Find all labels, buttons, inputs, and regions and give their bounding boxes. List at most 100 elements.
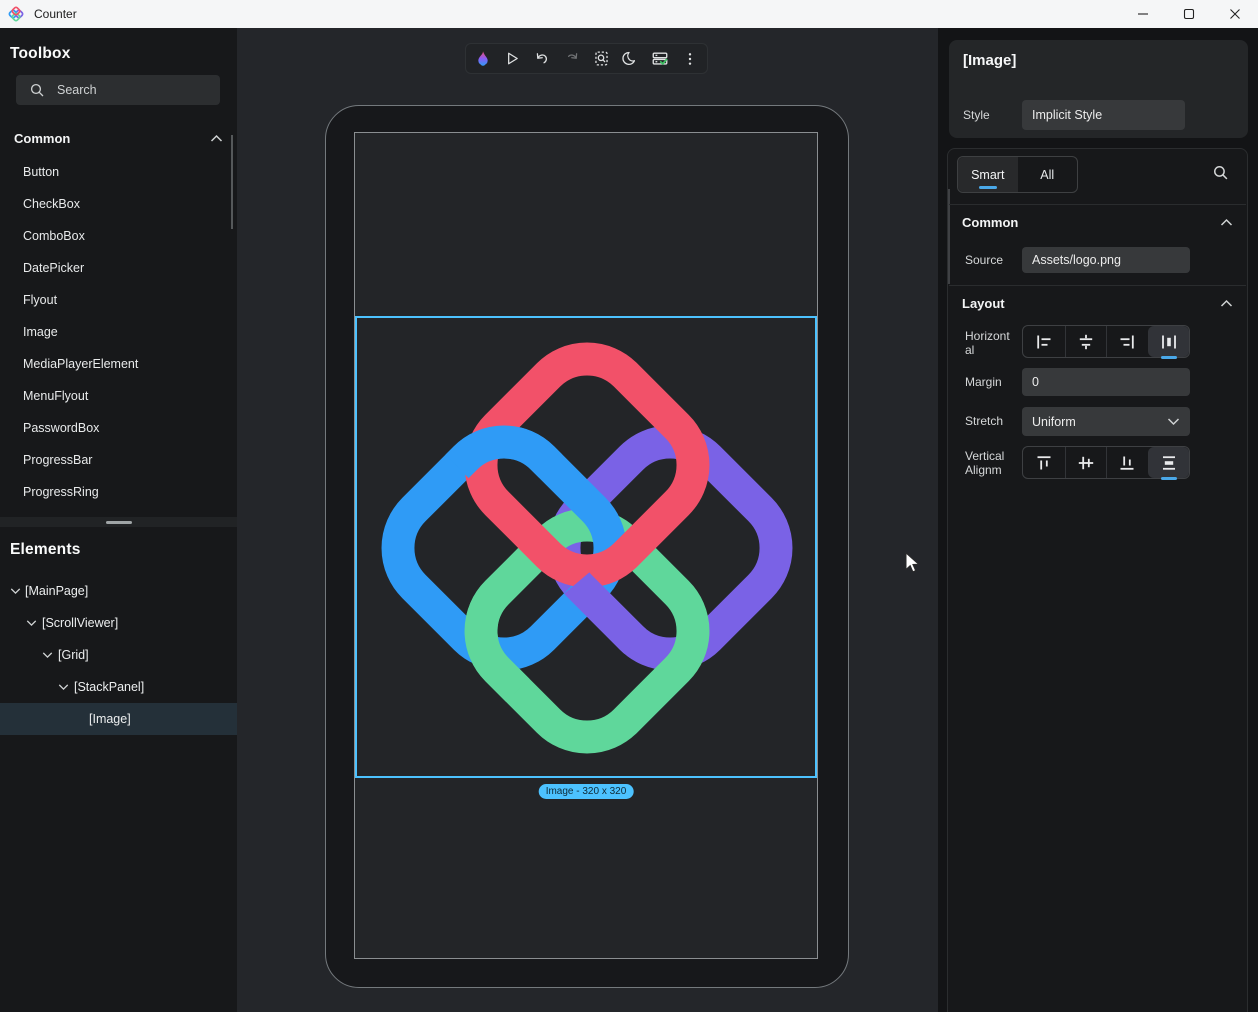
- toolbox-item-passwordbox[interactable]: PasswordBox: [0, 412, 232, 444]
- tree-item-stackpanel[interactable]: [StackPanel]: [0, 671, 237, 703]
- design-canvas[interactable]: Image - 320 x 320: [237, 28, 938, 1012]
- toolbox-item-checkbox[interactable]: CheckBox: [0, 188, 232, 220]
- valign-bottom-button[interactable]: [1106, 447, 1148, 478]
- play-button[interactable]: [501, 47, 525, 71]
- form-validation-icon: [651, 50, 669, 68]
- halign-stretch-icon: [1159, 332, 1179, 352]
- horizontal-alignment-label: Horizontal: [965, 329, 1013, 357]
- element-picker-icon: [593, 50, 610, 67]
- toolbox-title: Toolbox: [10, 45, 71, 63]
- toolbox-search-input[interactable]: Search: [16, 75, 220, 105]
- redo-button[interactable]: [560, 47, 584, 71]
- chevron-up-icon: [210, 134, 223, 143]
- chevron-down-icon: [42, 651, 53, 659]
- selected-option-underline: [1161, 477, 1177, 481]
- search-icon: [1212, 164, 1229, 181]
- section-label: Common: [14, 131, 70, 146]
- toolbox-item-image[interactable]: Image: [0, 316, 232, 348]
- more-options-button[interactable]: [678, 47, 702, 71]
- chevron-up-icon: [1220, 299, 1233, 308]
- halign-stretch-button[interactable]: [1148, 326, 1190, 357]
- active-tab-underline: [979, 186, 997, 190]
- undo-button[interactable]: [530, 47, 554, 71]
- close-button[interactable]: [1212, 0, 1258, 28]
- halign-left-icon: [1034, 332, 1054, 352]
- elements-tree: [MainPage] [ScrollViewer] [Grid] [StackP…: [0, 575, 237, 735]
- element-picker-button[interactable]: [589, 47, 613, 71]
- source-label: Source: [965, 253, 1003, 267]
- selected-element-title: [Image]: [963, 52, 1016, 69]
- app-logo-icon: [8, 6, 24, 22]
- tree-item-image-selected[interactable]: [Image]: [0, 703, 237, 735]
- theme-toggle-button[interactable]: [619, 47, 643, 71]
- search-icon: [29, 82, 45, 98]
- halign-right-button[interactable]: [1106, 326, 1148, 357]
- theme-moon-icon: [622, 50, 639, 67]
- selected-option-underline: [1161, 356, 1177, 360]
- valign-center-icon: [1076, 453, 1096, 473]
- splitter-handle: [106, 521, 132, 524]
- toolbox-item-mediaplayerelement[interactable]: MediaPlayerElement: [0, 348, 232, 380]
- page-surface[interactable]: Image - 320 x 320: [354, 132, 818, 959]
- tab-smart[interactable]: Smart: [958, 157, 1018, 192]
- layout-section-header[interactable]: Layout: [962, 294, 1233, 312]
- style-label: Style: [963, 108, 990, 122]
- maximize-icon: [1183, 8, 1195, 20]
- toolbox-item-combobox[interactable]: ComboBox: [0, 220, 232, 252]
- style-input[interactable]: Implicit Style: [1022, 100, 1185, 130]
- properties-search-button[interactable]: [1212, 164, 1229, 186]
- tree-item-mainpage[interactable]: [MainPage]: [0, 575, 237, 607]
- properties-card: Smart All Common Source Assets/logo.png: [947, 148, 1248, 1012]
- toolbox-item-menuflyout[interactable]: MenuFlyout: [0, 380, 232, 412]
- toolbox-item-flyout[interactable]: Flyout: [0, 284, 232, 316]
- halign-center-icon: [1076, 332, 1096, 352]
- minimize-button[interactable]: [1120, 0, 1166, 28]
- toolbox-item-progressring[interactable]: ProgressRing: [0, 476, 232, 508]
- toolbox-item-datepicker[interactable]: DatePicker: [0, 252, 232, 284]
- tab-all[interactable]: All: [1018, 157, 1078, 192]
- margin-input[interactable]: 0: [1022, 368, 1190, 396]
- app-window: Counter Toolbox Search Common Button: [0, 0, 1258, 1012]
- toolbox-list: Button CheckBox ComboBox DatePicker Flyo…: [0, 156, 232, 508]
- panel-splitter[interactable]: [0, 517, 237, 527]
- vertical-alignment-group: [1022, 446, 1190, 479]
- divider: [949, 285, 1246, 286]
- valign-stretch-icon: [1159, 453, 1179, 473]
- form-validation-button[interactable]: [648, 47, 672, 71]
- elements-panel: Elements [MainPage] [ScrollViewer] [Grid…: [0, 527, 237, 1012]
- valign-bottom-icon: [1117, 453, 1137, 473]
- vertical-alignment-label: Vertical Alignm: [965, 449, 1013, 477]
- hot-reload-flame-icon: [474, 50, 492, 68]
- chevron-down-icon: [1167, 417, 1180, 426]
- toolbox-scrollbar[interactable]: [231, 135, 233, 229]
- chevron-down-icon: [26, 619, 37, 627]
- divider: [949, 204, 1246, 205]
- toolbox-item-button[interactable]: Button: [0, 156, 232, 188]
- search-placeholder: Search: [57, 83, 97, 97]
- undo-icon: [534, 50, 551, 67]
- halign-center-button[interactable]: [1065, 326, 1107, 357]
- halign-right-icon: [1117, 332, 1137, 352]
- toolbox-section-header[interactable]: Common: [14, 129, 223, 147]
- valign-stretch-button[interactable]: [1148, 447, 1190, 478]
- tree-item-scrollviewer[interactable]: [ScrollViewer]: [0, 607, 237, 639]
- halign-left-button[interactable]: [1023, 326, 1065, 357]
- stretch-select[interactable]: Uniform: [1022, 407, 1190, 436]
- kebab-menu-icon: [682, 51, 698, 67]
- device-frame: Image - 320 x 320: [325, 105, 849, 988]
- source-input[interactable]: Assets/logo.png: [1022, 247, 1190, 273]
- redo-icon: [563, 50, 580, 67]
- valign-center-button[interactable]: [1065, 447, 1107, 478]
- canvas-toolbar: [465, 43, 708, 74]
- toolbox-item-progressbar[interactable]: ProgressBar: [0, 444, 232, 476]
- tree-item-grid[interactable]: [Grid]: [0, 639, 237, 671]
- maximize-button[interactable]: [1166, 0, 1212, 28]
- common-section-header[interactable]: Common: [962, 213, 1233, 231]
- chevron-down-icon: [58, 683, 69, 691]
- selected-image-element[interactable]: [355, 316, 817, 778]
- hot-reload-button[interactable]: [471, 47, 495, 71]
- chevron-down-icon: [10, 587, 21, 595]
- valign-top-button[interactable]: [1023, 447, 1065, 478]
- logo-image: [358, 319, 816, 777]
- titlebar: Counter: [0, 0, 1258, 28]
